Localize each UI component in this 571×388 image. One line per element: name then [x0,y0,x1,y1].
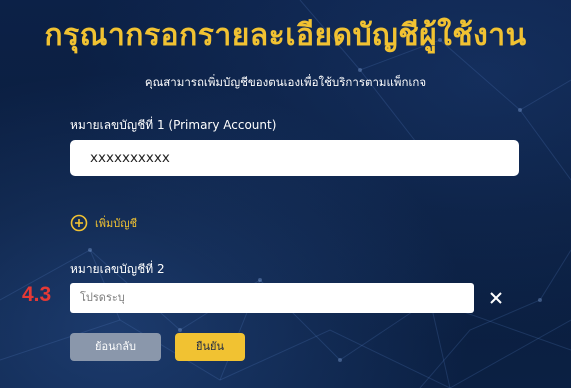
confirm-button[interactable]: ยืนยัน [175,333,245,361]
form-title: กรุณากรอกรายละเอียดบัญชีผู้ใช้งาน [44,18,527,53]
account-2-input[interactable]: โปรดระบุ [70,283,474,313]
account-2-label: หมายเลขบัญชีที่ 2 [70,262,165,276]
back-button[interactable]: ย้อนกลับ [70,333,161,361]
add-account-button[interactable]: เพิ่มบัญชี [70,214,137,232]
plus-circle-icon [70,214,88,232]
account-1-label: หมายเลขบัญชีที่ 1 (Primary Account) [70,118,277,132]
account-1-input[interactable]: xxxxxxxxxx [70,140,519,176]
close-icon[interactable] [489,291,503,305]
add-account-label: เพิ่มบัญชี [95,217,138,230]
form-subtitle: คุณสามารถเพิ่มบัญชีของตนเองเพื่อใช้บริกา… [144,75,427,89]
account-form-panel: กรุณากรอกรายละเอียดบัญชีผู้ใช้งาน คุณสาม… [0,0,571,388]
step-marker: 4.3 [22,283,52,306]
